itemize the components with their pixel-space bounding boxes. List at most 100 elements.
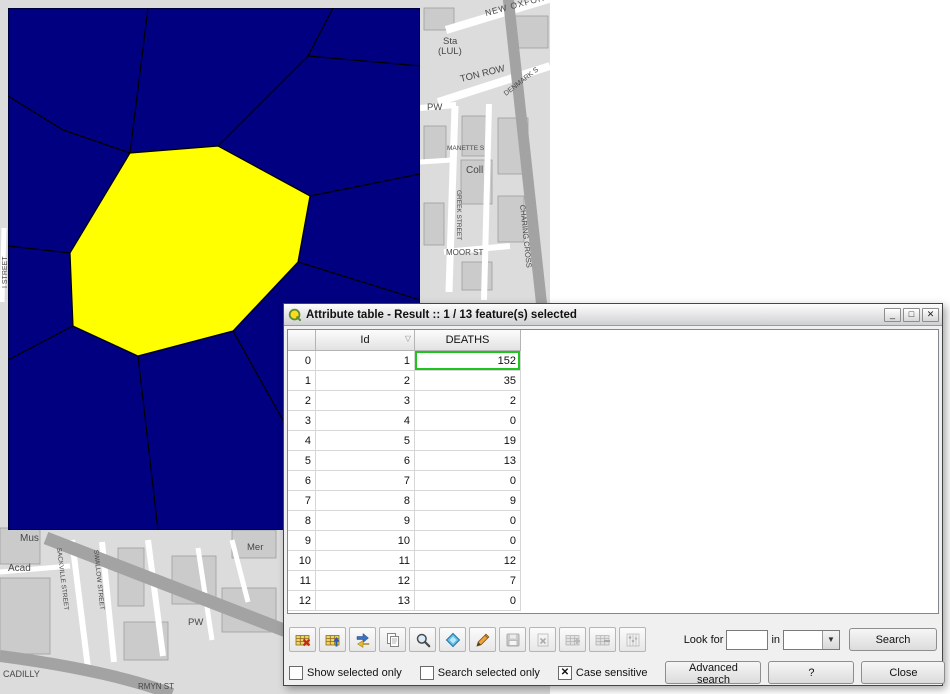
pan-to-selection-button[interactable] [439, 627, 466, 652]
table-row[interactable]: 11 12 7 [288, 571, 521, 591]
toggle-editing-icon [475, 632, 491, 648]
column-header-deaths-label: DEATHS [446, 334, 490, 346]
row-number[interactable]: 0 [288, 351, 316, 371]
table-row[interactable]: 7 8 9 [288, 491, 521, 511]
row-number[interactable]: 8 [288, 511, 316, 531]
table-row[interactable]: 9 10 0 [288, 531, 521, 551]
table-row[interactable]: 4 5 19 [288, 431, 521, 451]
cell-deaths[interactable]: 13 [415, 451, 521, 471]
checkbox-check-icon[interactable]: ✕ [558, 666, 572, 680]
maximize-icon: □ [909, 309, 914, 320]
attribute-toolbar: Look for in ▼ Search [287, 627, 939, 652]
in-label: in [771, 634, 780, 646]
help-button[interactable]: ? [768, 661, 854, 684]
cell-id[interactable]: 4 [316, 411, 415, 431]
row-number[interactable]: 6 [288, 471, 316, 491]
save-edits-button[interactable] [499, 627, 526, 652]
unselect-all-button[interactable] [289, 627, 316, 652]
move-selection-top-button[interactable] [319, 627, 346, 652]
minimize-button[interactable]: _ [884, 308, 901, 322]
row-number[interactable]: 10 [288, 551, 316, 571]
chevron-down-icon: ▼ [827, 635, 835, 644]
table-row[interactable]: 0 1 152 [288, 351, 521, 371]
case-sensitive-checkbox[interactable]: ✕ Case sensitive [558, 666, 648, 680]
map-label: CADILLY [3, 669, 40, 679]
table-row[interactable]: 1 2 35 [288, 371, 521, 391]
row-number[interactable]: 5 [288, 451, 316, 471]
table-row[interactable]: 3 4 0 [288, 411, 521, 431]
cell-id[interactable]: 9 [316, 511, 415, 531]
invert-selection-icon [355, 632, 371, 648]
cell-deaths[interactable]: 152 [415, 351, 521, 371]
look-for-label: Look for [684, 634, 724, 646]
qgis-canvas: NEW OXFORD Sta (LUL) TON ROW PW DENMARK … [0, 0, 950, 694]
zoom-to-selection-button[interactable] [409, 627, 436, 652]
row-number[interactable]: 7 [288, 491, 316, 511]
table-row[interactable]: 8 9 0 [288, 511, 521, 531]
cell-id[interactable]: 8 [316, 491, 415, 511]
cell-deaths[interactable]: 0 [415, 511, 521, 531]
cell-deaths[interactable]: 19 [415, 431, 521, 451]
cell-id[interactable]: 12 [316, 571, 415, 591]
cell-deaths[interactable]: 9 [415, 491, 521, 511]
cell-deaths[interactable]: 0 [415, 411, 521, 431]
corner-header[interactable] [288, 330, 316, 351]
table-row[interactable]: 2 3 2 [288, 391, 521, 411]
search-button[interactable]: Search [849, 628, 937, 651]
cell-id[interactable]: 5 [316, 431, 415, 451]
row-number[interactable]: 4 [288, 431, 316, 451]
checkbox-box[interactable] [289, 666, 303, 680]
row-number[interactable]: 12 [288, 591, 316, 611]
row-number[interactable]: 2 [288, 391, 316, 411]
cell-deaths[interactable]: 35 [415, 371, 521, 391]
dialog-body: Id ▽ DEATHS 0 1 152 [284, 326, 942, 687]
toggle-editing-button[interactable] [469, 627, 496, 652]
attribute-table: Id ▽ DEATHS 0 1 152 [287, 329, 939, 614]
map-label: RMYN ST [138, 682, 174, 691]
column-header-id[interactable]: Id ▽ [316, 330, 415, 351]
checkbox-label: Case sensitive [576, 667, 648, 679]
column-header-deaths[interactable]: DEATHS [415, 330, 521, 351]
cell-deaths[interactable]: 0 [415, 591, 521, 611]
titlebar[interactable]: Attribute table - Result :: 1 / 13 featu… [284, 304, 942, 326]
combo-dropdown-button[interactable]: ▼ [822, 631, 839, 649]
cell-deaths[interactable]: 0 [415, 471, 521, 491]
map-label: PW [427, 102, 442, 113]
show-selected-only-checkbox[interactable]: Show selected only [289, 666, 402, 680]
delete-column-button[interactable] [589, 627, 616, 652]
cell-id[interactable]: 3 [316, 391, 415, 411]
cell-deaths[interactable]: 2 [415, 391, 521, 411]
cell-id[interactable]: 1 [316, 351, 415, 371]
cell-deaths[interactable]: 12 [415, 551, 521, 571]
copy-rows-button[interactable] [379, 627, 406, 652]
cell-deaths[interactable]: 7 [415, 571, 521, 591]
row-number[interactable]: 9 [288, 531, 316, 551]
delete-selected-button[interactable] [529, 627, 556, 652]
new-column-button[interactable] [559, 627, 586, 652]
row-number[interactable]: 1 [288, 371, 316, 391]
cell-id[interactable]: 11 [316, 551, 415, 571]
advanced-search-button[interactable]: Advanced search [665, 661, 761, 684]
table-row[interactable]: 10 11 12 [288, 551, 521, 571]
row-number[interactable]: 3 [288, 411, 316, 431]
close-button[interactable]: Close [861, 661, 945, 684]
cell-id[interactable]: 2 [316, 371, 415, 391]
invert-selection-button[interactable] [349, 627, 376, 652]
table-row[interactable]: 12 13 0 [288, 591, 521, 611]
maximize-button[interactable]: □ [903, 308, 920, 322]
table-row[interactable]: 5 6 13 [288, 451, 521, 471]
field-calculator-button[interactable] [619, 627, 646, 652]
search-selected-only-checkbox[interactable]: Search selected only [420, 666, 540, 680]
cell-id[interactable]: 6 [316, 451, 415, 471]
close-window-button[interactable]: ✕ [922, 308, 939, 322]
checkbox-box[interactable] [420, 666, 434, 680]
map-label: Mus [20, 533, 39, 544]
cell-id[interactable]: 7 [316, 471, 415, 491]
look-for-input[interactable] [726, 630, 768, 650]
cell-deaths[interactable]: 0 [415, 531, 521, 551]
cell-id[interactable]: 13 [316, 591, 415, 611]
cell-id[interactable]: 10 [316, 531, 415, 551]
row-number[interactable]: 11 [288, 571, 316, 591]
field-combo[interactable]: ▼ [783, 630, 840, 650]
table-row[interactable]: 6 7 0 [288, 471, 521, 491]
